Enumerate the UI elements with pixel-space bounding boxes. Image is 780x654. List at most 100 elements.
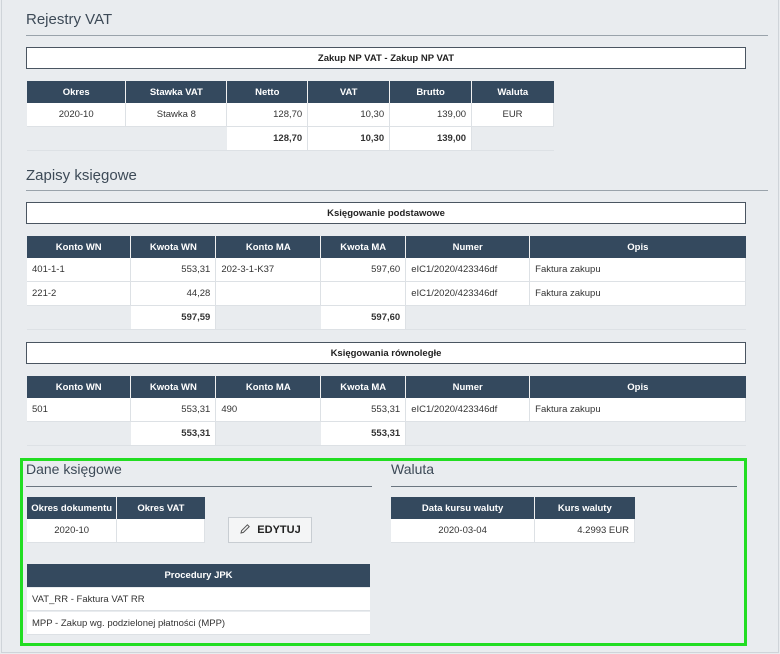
column-header: Netto bbox=[226, 81, 309, 103]
cell-data-kursu: 2020-03-04 bbox=[391, 519, 536, 543]
section-divider bbox=[26, 190, 768, 191]
cell-stawka: Stawka 8 bbox=[125, 103, 228, 127]
empty-cell bbox=[27, 305, 132, 330]
total-kwota-ma: 553,31 bbox=[320, 421, 407, 446]
section-divider bbox=[26, 35, 768, 36]
cell-opis: Faktura zakupu bbox=[529, 258, 746, 282]
column-header: Konto WN bbox=[27, 236, 132, 258]
total-kwota-wn: 553,31 bbox=[130, 421, 217, 446]
cell-kwota-ma: 597,60 bbox=[320, 258, 407, 282]
column-header: Brutto bbox=[389, 81, 473, 103]
cell-kwota-wn: 553,31 bbox=[130, 398, 217, 422]
table-header-row: Data kursu waluty Kurs waluty bbox=[391, 497, 635, 519]
empty-cell bbox=[471, 126, 554, 151]
column-header: Okres VAT bbox=[116, 497, 205, 519]
pencil-icon bbox=[239, 523, 251, 538]
basic-posting-box-title: Księgowanie podstawowe bbox=[26, 202, 746, 224]
cell-kwota-ma: 553,31 bbox=[320, 398, 407, 422]
table-header-row: Konto WN Kwota WN Konto MA Kwota MA Nume… bbox=[27, 236, 746, 258]
empty-cell bbox=[27, 421, 132, 446]
total-kwota-ma: 597,60 bbox=[320, 305, 407, 330]
table-row: 221-2 44,28 eIC1/2020/423346df Faktura z… bbox=[27, 281, 746, 306]
section-divider bbox=[26, 486, 372, 487]
empty-cell bbox=[215, 421, 322, 446]
table-row: 501 553,31 490 553,31 eIC1/2020/423346df… bbox=[27, 398, 746, 422]
currency-table: Data kursu waluty Kurs waluty 2020-03-04… bbox=[391, 497, 635, 543]
table-row: 401-1-1 553,31 202-3-1-K37 597,60 eIC1/2… bbox=[27, 258, 746, 282]
table-header-row: Okres dokumentu Okres VAT bbox=[27, 497, 205, 519]
vat-register-table: Okres Stawka VAT Netto VAT Brutto Waluta… bbox=[27, 81, 554, 151]
cell-vat: 10,30 bbox=[307, 103, 391, 127]
cell-netto: 128,70 bbox=[226, 103, 309, 127]
column-header: Konto MA bbox=[215, 376, 322, 398]
table-row: 2020-10 Stawka 8 128,70 10,30 139,00 EUR bbox=[27, 103, 554, 127]
total-vat: 10,30 bbox=[307, 126, 391, 151]
section-title-dane-ksiegowe: Dane księgowe bbox=[26, 461, 122, 477]
empty-cell bbox=[529, 421, 746, 446]
cell-konto-wn: 501 bbox=[27, 398, 132, 422]
column-header: Kwota WN bbox=[130, 236, 217, 258]
cell-kwota-wn: 553,31 bbox=[130, 258, 217, 282]
parallel-posting-box-title: Księgowania równoległe bbox=[26, 342, 746, 364]
column-header: Waluta bbox=[471, 81, 554, 103]
cell-opis: Faktura zakupu bbox=[529, 398, 746, 422]
section-divider bbox=[391, 486, 737, 487]
cell-konto-wn: 221-2 bbox=[27, 281, 132, 306]
parallel-posting-table: Konto WN Kwota WN Konto MA Kwota MA Nume… bbox=[27, 376, 746, 446]
empty-cell bbox=[27, 126, 127, 151]
column-header: VAT bbox=[307, 81, 391, 103]
table-header-row: Konto WN Kwota WN Konto MA Kwota MA Nume… bbox=[27, 376, 746, 398]
totals-row: 128,70 10,30 139,00 bbox=[27, 126, 554, 151]
column-header: Okres dokumentu bbox=[27, 497, 118, 519]
section-title-rejestry-vat: Rejestry VAT bbox=[26, 11, 113, 28]
column-header: Stawka VAT bbox=[125, 81, 228, 103]
cell-konto-ma: 202-3-1-K37 bbox=[215, 258, 322, 282]
cell-konto-ma bbox=[215, 281, 322, 306]
totals-row: 553,31 553,31 bbox=[27, 421, 746, 446]
accounting-data-table: Okres dokumentu Okres VAT 2020-10 bbox=[27, 497, 205, 543]
column-header: Kwota WN bbox=[130, 376, 217, 398]
column-header: Kurs waluty bbox=[534, 497, 635, 519]
column-header: Numer bbox=[405, 376, 531, 398]
cell-konto-ma: 490 bbox=[215, 398, 322, 422]
cell-opis: Faktura zakupu bbox=[529, 281, 746, 306]
totals-row: 597,59 597,60 bbox=[27, 305, 746, 330]
cell-brutto: 139,00 bbox=[389, 103, 473, 127]
column-header: Okres bbox=[27, 81, 127, 103]
cell-numer: eIC1/2020/423346df bbox=[405, 398, 531, 422]
jpk-procedures-header: Procedury JPK bbox=[27, 564, 370, 587]
column-header: Kwota MA bbox=[320, 376, 407, 398]
empty-cell bbox=[529, 305, 746, 330]
edit-button[interactable]: EDYTUJ bbox=[228, 517, 312, 543]
cell-konto-wn: 401-1-1 bbox=[27, 258, 132, 282]
cell-waluta: EUR bbox=[471, 103, 554, 127]
cell-kwota-ma bbox=[320, 281, 407, 306]
column-header: Data kursu waluty bbox=[391, 497, 536, 519]
total-netto: 128,70 bbox=[226, 126, 309, 151]
column-header: Kwota MA bbox=[320, 236, 407, 258]
column-header: Opis bbox=[529, 236, 746, 258]
column-header: Opis bbox=[529, 376, 746, 398]
table-row: 2020-03-04 4.2993 EUR bbox=[391, 519, 635, 543]
basic-posting-table: Konto WN Kwota WN Konto MA Kwota MA Nume… bbox=[27, 236, 746, 330]
total-brutto: 139,00 bbox=[389, 126, 473, 151]
column-header: Konto WN bbox=[27, 376, 132, 398]
section-title-zapisy: Zapisy księgowe bbox=[26, 167, 137, 184]
empty-cell bbox=[405, 305, 531, 330]
table-row: 2020-10 bbox=[27, 519, 205, 543]
list-item: VAT_RR - Faktura VAT RR bbox=[27, 588, 370, 611]
cell-numer: eIC1/2020/423346df bbox=[405, 281, 531, 306]
table-header-row: Okres Stawka VAT Netto VAT Brutto Waluta bbox=[27, 81, 554, 103]
empty-cell bbox=[125, 126, 228, 151]
cell-okres: 2020-10 bbox=[27, 103, 127, 127]
cell-okres-dokumentu: 2020-10 bbox=[27, 519, 118, 543]
empty-cell bbox=[215, 305, 322, 330]
cell-kurs-waluty: 4.2993 EUR bbox=[534, 519, 635, 543]
edit-button-label: EDYTUJ bbox=[257, 524, 301, 536]
column-header: Konto MA bbox=[215, 236, 322, 258]
empty-cell bbox=[405, 421, 531, 446]
cell-kwota-wn: 44,28 bbox=[130, 281, 217, 306]
vat-register-box-title: Zakup NP VAT - Zakup NP VAT bbox=[26, 47, 746, 69]
cell-numer: eIC1/2020/423346df bbox=[405, 258, 531, 282]
cell-okres-vat bbox=[116, 519, 205, 543]
